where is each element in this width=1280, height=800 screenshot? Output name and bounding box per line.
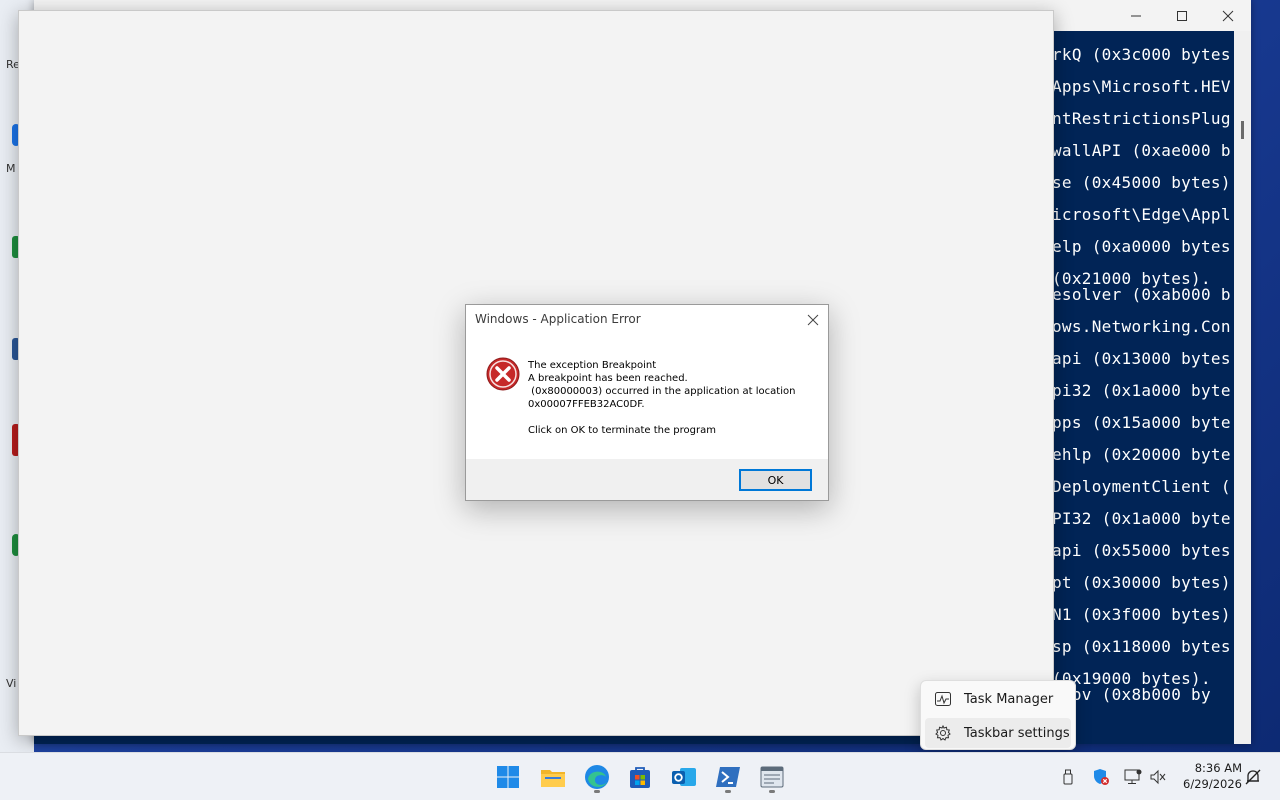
console-scroll-thumb[interactable] bbox=[1241, 121, 1244, 139]
network-icon bbox=[1124, 769, 1142, 784]
console-line: N1 (0x3f000 bytes) bbox=[1052, 605, 1231, 624]
tray-volume[interactable] bbox=[1148, 767, 1168, 787]
console-line: pt (0x30000 bytes) bbox=[1052, 573, 1231, 592]
tray-security[interactable] bbox=[1091, 767, 1111, 787]
application-error-dialog: Windows - Application Error The exceptio… bbox=[465, 304, 829, 501]
outlook-icon bbox=[672, 768, 696, 786]
console-line: ows.Networking.Con bbox=[1052, 317, 1231, 336]
console-line: esolver (0xab000 b bbox=[1052, 285, 1231, 304]
console-line: pps (0x15a000 byte bbox=[1052, 413, 1231, 432]
folder-icon bbox=[541, 770, 565, 787]
start-button[interactable] bbox=[488, 759, 528, 795]
tray-usb[interactable] bbox=[1058, 767, 1078, 787]
menu-item-label: Task Manager bbox=[964, 691, 1054, 707]
dialog-footer: OK bbox=[466, 459, 828, 500]
windows-logo-icon bbox=[497, 766, 519, 788]
clock-date: 6/29/2026 bbox=[1183, 777, 1242, 791]
dialog-body: The exception Breakpoint A breakpoint ha… bbox=[466, 335, 828, 459]
console-line: DeploymentClient ( bbox=[1052, 477, 1231, 496]
running-indicator bbox=[769, 790, 775, 793]
edge-icon bbox=[585, 765, 609, 789]
dialog-titlebar[interactable]: Windows - Application Error bbox=[466, 305, 828, 335]
usb-icon bbox=[1063, 769, 1073, 785]
console-line: ehlp (0x20000 byte bbox=[1052, 445, 1231, 464]
close-icon bbox=[807, 314, 819, 326]
taskbar-clock[interactable]: 8:36 AM 6/29/2026 bbox=[1176, 760, 1242, 792]
desktop-label-fragment: M bbox=[6, 162, 16, 175]
dialog-title: Windows - Application Error bbox=[475, 312, 641, 326]
maximize-button[interactable] bbox=[1159, 0, 1205, 31]
desktop-label-fragment: Vi bbox=[6, 677, 17, 690]
console-line: PI32 (0x1a000 byte bbox=[1052, 509, 1231, 528]
window-app-icon bbox=[760, 766, 784, 788]
taskbar-outlook[interactable] bbox=[664, 759, 704, 795]
gear-icon bbox=[934, 724, 952, 742]
console-line: api (0x13000 bytes bbox=[1052, 349, 1231, 368]
volume-icon bbox=[1150, 769, 1166, 785]
taskbar-app-window[interactable] bbox=[752, 759, 792, 795]
console-line: wallAPI (0xae000 b bbox=[1052, 141, 1231, 160]
ok-button[interactable]: OK bbox=[739, 469, 812, 491]
console-line: ntRestrictionsPlug bbox=[1052, 109, 1231, 128]
taskbar-store[interactable] bbox=[620, 759, 660, 795]
dialog-close-button[interactable] bbox=[798, 305, 828, 335]
console-line: rkQ (0x3c000 bytes bbox=[1052, 45, 1231, 64]
taskbar-file-explorer[interactable] bbox=[533, 759, 573, 795]
minimize-button[interactable] bbox=[1113, 0, 1159, 31]
menu-item-label: Taskbar settings bbox=[964, 725, 1070, 741]
error-message: The exception Breakpoint A breakpoint ha… bbox=[528, 360, 796, 436]
security-icon bbox=[1094, 769, 1109, 785]
clock-time: 8:36 AM bbox=[1194, 761, 1242, 775]
console-line: se (0x45000 bytes) bbox=[1052, 173, 1231, 192]
menu-item-taskbar-settings[interactable]: Taskbar settings bbox=[925, 718, 1071, 748]
close-button[interactable] bbox=[1205, 0, 1251, 31]
tray-network[interactable] bbox=[1123, 767, 1143, 787]
taskbar: 8:36 AM 6/29/2026 bbox=[0, 752, 1280, 800]
console-line: icrosoft\Edge\Appl bbox=[1052, 205, 1231, 224]
running-indicator bbox=[594, 790, 600, 793]
notification-bell-icon bbox=[1245, 769, 1261, 785]
console-line: api (0x55000 bytes bbox=[1052, 541, 1231, 560]
console-line: elp (0xa0000 bytes bbox=[1052, 237, 1231, 256]
running-indicator bbox=[725, 790, 731, 793]
minimize-icon bbox=[1131, 15, 1141, 16]
maximize-icon bbox=[1177, 10, 1187, 21]
console-line: pi32 (0x1a000 byte bbox=[1052, 381, 1231, 400]
close-icon bbox=[1222, 10, 1234, 21]
menu-item-task-manager[interactable]: Task Manager bbox=[925, 684, 1071, 714]
taskbar-edge[interactable] bbox=[577, 759, 617, 795]
powershell-icon bbox=[716, 767, 740, 787]
error-icon bbox=[486, 357, 520, 391]
tray-notifications[interactable] bbox=[1243, 767, 1263, 787]
store-icon bbox=[630, 767, 650, 788]
console-scrollbar[interactable] bbox=[1234, 31, 1251, 744]
taskbar-powershell[interactable] bbox=[708, 759, 748, 795]
task-manager-icon bbox=[934, 690, 952, 708]
console-line: Apps\Microsoft.HEV bbox=[1052, 77, 1231, 96]
console-line: sp (0x118000 bytes bbox=[1052, 637, 1231, 656]
taskbar-context-menu: Task Manager Taskbar settings bbox=[920, 680, 1076, 750]
